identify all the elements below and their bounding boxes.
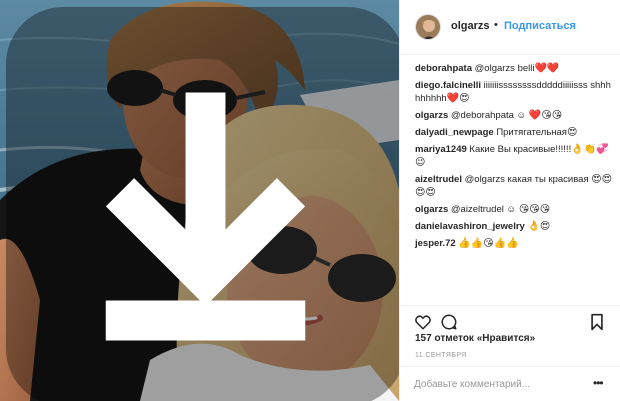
- likes-count[interactable]: 157 отметок «Нравится»: [415, 333, 535, 344]
- comment-text: какая ты красивая: [504, 174, 592, 185]
- comment-username[interactable]: deborahpata: [415, 63, 472, 74]
- comment-username[interactable]: diego.falcinelli: [415, 80, 481, 91]
- post-actions: [400, 305, 620, 335]
- comment-mention[interactable]: @olgarzs: [465, 174, 505, 185]
- list-item: danielavashiron_jewelry 👌😍: [415, 220, 615, 233]
- list-item: mariya1249 Какие Вы красивые!!!!!!👌👏💞😉: [415, 143, 615, 169]
- list-item: diego.falcinelli iiiiiiissssssssdddddiii…: [415, 79, 615, 105]
- comment-username[interactable]: jesper.72: [415, 238, 456, 249]
- avatar[interactable]: [415, 14, 441, 40]
- comment-mention[interactable]: @aizeltrudel: [451, 204, 504, 215]
- header-separator: •: [494, 19, 498, 31]
- download-icon[interactable]: [6, 6, 399, 401]
- comment-emoji: ❤️😍: [446, 93, 470, 104]
- comment-username[interactable]: dalyadi_newpage: [415, 127, 494, 138]
- comment-emoji: 😘😘😘: [518, 204, 551, 215]
- list-item: aizeltrudel @olgarzs какая ты красивая 😍…: [415, 173, 615, 199]
- comment-mention[interactable]: @deborahpata: [451, 110, 514, 121]
- list-item: olgarzs @deborahpata ☺ ❤️😘😘: [415, 109, 615, 122]
- follow-button[interactable]: Подписаться: [504, 20, 576, 32]
- comment-username[interactable]: olgarzs: [415, 204, 448, 215]
- comment-username[interactable]: mariya1249: [415, 144, 467, 155]
- comment-username[interactable]: danielavashiron_jewelry: [415, 221, 525, 232]
- comment-icon[interactable]: [440, 313, 458, 331]
- heart-icon[interactable]: [414, 313, 432, 331]
- comment-mention[interactable]: @olgarzs: [475, 63, 515, 74]
- list-item: olgarzs @aizeltrudel ☺ 😘😘😘: [415, 203, 615, 216]
- comment-text: Притягательная: [496, 127, 567, 138]
- more-options-icon[interactable]: •••: [593, 376, 604, 390]
- list-item: dalyadi_newpage Притягательная😍: [415, 126, 615, 139]
- comment-emoji: 😍: [566, 127, 578, 138]
- comment-username[interactable]: olgarzs: [415, 110, 448, 121]
- bookmark-icon[interactable]: [590, 313, 604, 331]
- comment-text: ☺: [503, 204, 519, 215]
- comment-username[interactable]: aizeltrudel: [415, 174, 462, 185]
- list-item: jesper.72 👍👍😘👍👍: [415, 237, 615, 250]
- author-username[interactable]: olgarzs: [451, 20, 490, 32]
- comment-text: belli: [514, 63, 535, 74]
- comment-emoji: ❤️❤️: [534, 63, 560, 74]
- list-item: deborahpata @olgarzs belli❤️❤️: [415, 62, 615, 75]
- post-photo[interactable]: [0, 0, 399, 401]
- post-header: olgarzs • Подписаться: [400, 0, 620, 55]
- post-side-panel: olgarzs • Подписаться deborahpata @olgar…: [400, 0, 620, 401]
- add-comment-bar: •••: [400, 366, 620, 401]
- comments-list: deborahpata @olgarzs belli❤️❤️ diego.fal…: [415, 58, 615, 250]
- comment-emoji: ❤️😘😘: [528, 110, 563, 121]
- post-date: 11 СЕНТЯБРЯ: [415, 352, 467, 359]
- comment-input[interactable]: [414, 376, 584, 392]
- comment-text: ☺: [513, 110, 529, 121]
- comment-text: Какие Вы красивые!!!!!!: [469, 144, 572, 155]
- comment-emoji: 👍👍😘👍👍: [458, 238, 519, 249]
- comment-emoji: 👌😍: [527, 221, 551, 232]
